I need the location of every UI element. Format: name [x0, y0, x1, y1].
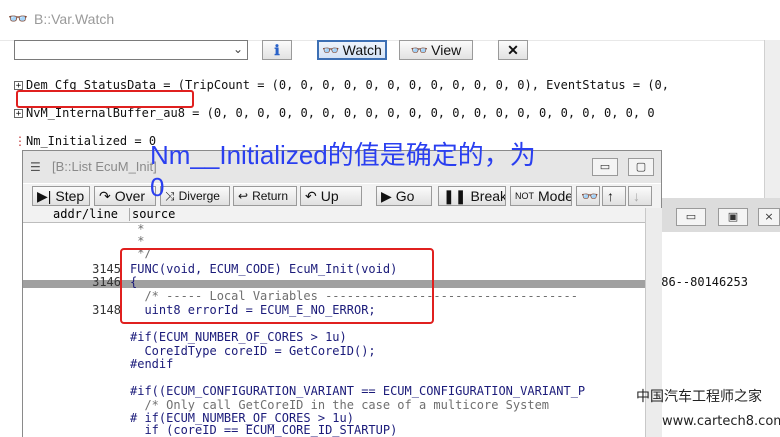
- glasses-icon: 👓: [410, 41, 429, 58]
- break-button-label: Break: [470, 188, 506, 204]
- annotation-text-value: 0: [150, 172, 165, 202]
- diverge-icon: ⤨: [165, 188, 175, 203]
- expand-plus-icon[interactable]: +: [14, 81, 23, 91]
- line-number: 3146: [92, 275, 121, 289]
- chevron-down-icon[interactable]: ⌄: [233, 42, 243, 56]
- step-button-label: Step: [55, 188, 85, 204]
- return-button-label: Return: [252, 189, 289, 203]
- list-window-icon: ☰: [30, 160, 41, 174]
- over-button-label: Over: [114, 188, 146, 204]
- tools-icon: ✕: [507, 41, 519, 58]
- arrow-up-icon: ↑: [607, 188, 614, 204]
- line-code: #endif: [130, 357, 174, 371]
- go-button-label: Go: [395, 188, 415, 204]
- watch-button-label: Watch: [342, 42, 382, 58]
- addr-line-header[interactable]: addr/line: [53, 208, 118, 221]
- step-button[interactable]: ▶| Step: [32, 186, 90, 206]
- line-number: 3148: [92, 303, 121, 317]
- mode-icon: NOT: [515, 191, 534, 201]
- go-button[interactable]: ▶ Go: [376, 186, 432, 206]
- watch-row[interactable]: + NvM_InternalBuffer_au8 = (0, 0, 0, 0, 0…: [14, 106, 764, 120]
- tools-button[interactable]: ✕: [498, 40, 528, 60]
- source-line[interactable]: CoreIdType coreID = GetCoreID();: [23, 345, 647, 358]
- list-down-button[interactable]: ↓: [628, 186, 652, 206]
- break-button[interactable]: ❚❚ Break: [438, 186, 506, 206]
- line-code: #if(ECUM_NUMBER_OF_CORES > 1u): [130, 330, 347, 344]
- up-arrow-icon: ↶: [305, 187, 317, 204]
- up-button[interactable]: ↶ Up: [300, 186, 362, 206]
- source-line[interactable]: #if((ECUM_CONFIGURATION_VARIANT == ECUM_…: [23, 385, 647, 398]
- watermark-url: www.cartech8.com: [662, 414, 780, 429]
- watch-expression-combo[interactable]: ⌄: [14, 40, 248, 60]
- list-column-header: addr/line source: [23, 208, 661, 223]
- arrow-down-icon: ↓: [633, 188, 640, 204]
- watch-button[interactable]: 👓 Watch: [317, 40, 387, 60]
- watermark-title: 中国汽车工程师之家: [636, 389, 762, 405]
- up-button-label: Up: [320, 188, 339, 204]
- bullet-icon: ⋮: [14, 134, 26, 148]
- go-icon: ▶: [381, 187, 392, 204]
- close-button[interactable]: ×: [758, 208, 780, 226]
- step-icon: ▶|: [37, 187, 52, 204]
- pause-icon: ❚❚: [443, 187, 467, 204]
- line-code: #if((ECUM_CONFIGURATION_VARIANT == ECUM_…: [130, 384, 586, 398]
- diverge-button-label: Diverge: [178, 189, 220, 203]
- return-button[interactable]: ↩ Return: [233, 186, 297, 206]
- restore-button[interactable]: ▣: [718, 208, 748, 226]
- list-up-button[interactable]: ↑: [602, 186, 626, 206]
- over-button[interactable]: ↷ Over: [94, 186, 156, 206]
- source-line[interactable]: #if(ECUM_NUMBER_OF_CORES > 1u): [23, 331, 647, 344]
- source-line[interactable]: #endif: [23, 358, 647, 371]
- glasses-icon: 👓: [322, 41, 340, 58]
- highlight-box-ecum-init: [120, 248, 434, 324]
- highlight-box-nm-initialized: [16, 90, 194, 108]
- background-window-text: 186--80146253: [654, 275, 748, 289]
- mode-button[interactable]: NOT Mode: [510, 186, 572, 206]
- mode-button-label: Mode: [538, 188, 572, 204]
- minimize-button[interactable]: ▭: [676, 208, 706, 226]
- source-line[interactable]: if (coreID == ECUM_CORE_ID_STARTUP): [23, 424, 647, 437]
- watch-row-text: NvM_InternalBuffer_au8 = (0, 0, 0, 0, 0,…: [26, 106, 655, 120]
- annotation-text: Nm__Initialized的值是确定的，为: [150, 140, 536, 170]
- info-button[interactable]: ℹ: [262, 40, 292, 60]
- source-header[interactable]: source: [129, 208, 175, 221]
- diverge-button[interactable]: ⤨ Diverge: [160, 186, 230, 206]
- list-maximize-button[interactable]: ▢: [628, 158, 654, 176]
- view-button[interactable]: 👓 View: [399, 40, 473, 60]
- over-icon: ↷: [99, 187, 111, 204]
- view-button-label: View: [431, 42, 462, 58]
- line-code: if (coreID == ECUM_CORE_ID_STARTUP): [130, 423, 398, 437]
- list-window-title: [B::List EcuM_Init]: [52, 159, 157, 174]
- watch-window-title: B::Var.Watch: [34, 11, 115, 27]
- glasses-icon: 👓: [581, 187, 599, 204]
- info-icon: ℹ: [274, 41, 280, 58]
- watch-row-text: Nm_Initialized = 0: [26, 134, 157, 148]
- return-icon: ↩: [238, 189, 249, 203]
- expand-plus-icon[interactable]: +: [14, 109, 23, 119]
- watch-glasses-icon: 👓: [8, 9, 28, 28]
- watch-titlebar[interactable]: [0, 0, 780, 41]
- list-watch-button[interactable]: 👓: [576, 186, 600, 206]
